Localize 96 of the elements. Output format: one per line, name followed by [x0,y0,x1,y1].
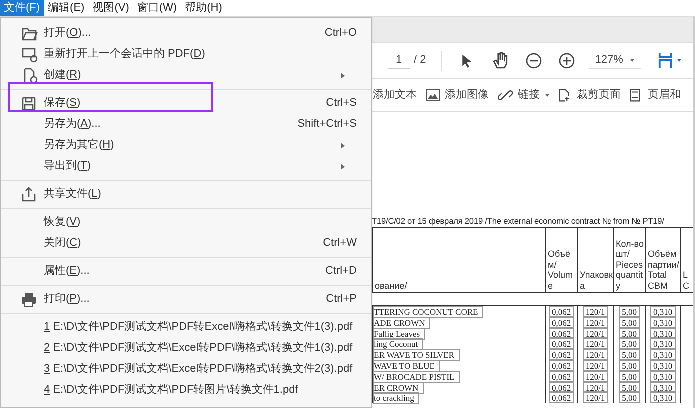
table-cell: Fallig Leaves [373,328,426,340]
table-cell: 5,00 [619,328,640,338]
menu-bar-item[interactable]: 窗口(W) [133,0,182,16]
table-cell: 0,310 [650,392,676,404]
reopen-icon [21,46,39,62]
crop-page-icon [559,88,572,102]
menu-item[interactable]: 导出到(T) [1,156,371,177]
table-cell: 5,00 [619,338,640,350]
table-cell: to crackling [373,392,420,404]
tool-button[interactable]: 裁剪页面 [559,86,621,104]
table-cell: 120/1 [582,306,608,317]
menu-item[interactable]: 3 E:\D\文件\PDF测试文档\Excel转PDF\嗨格式\转换文件2(3).pdf [1,359,371,380]
menu-item[interactable]: 共享文件(L) [1,184,371,205]
table-cell: 0,310 [650,360,676,371]
menu-item[interactable]: 1 E:\D\文件\PDF测试文档\PDF转Excel\嗨格式\转换文件1(3).pdf [1,317,371,338]
table-cell: 0,310 [650,338,676,350]
menu-bar-item[interactable]: 视图(V) [88,0,134,16]
caret-icon [630,58,636,62]
column-header: Упаковк а [577,228,613,292]
column-header: Объём партии/ Total CBM [645,228,680,292]
table-cell: 0,310 [650,328,676,338]
table-cell: ER CROWN [373,382,424,394]
menu-item[interactable]: 创建(R) [1,65,371,86]
table-cell: 5,00 [619,306,640,317]
menu-item[interactable]: 另存为其它(H) [1,135,371,156]
menu-item[interactable]: 打印(P)... Ctrl+P [1,289,371,310]
folder-icon [21,26,39,42]
page-total: / 2 [414,53,426,68]
table-cell: 0,310 [650,349,676,360]
table-cell: 5,00 [619,360,640,371]
table-cell: 0,310 [650,382,676,392]
menu-item[interactable]: 保存(S) Ctrl+S [1,93,371,114]
table-cell: W/ BROCADE PISTIL [373,370,460,383]
column-header: L C [680,228,692,292]
table-cell: 120/1 [582,370,608,382]
tool-button[interactable]: 添加文本 [373,86,417,104]
save-icon [21,96,37,112]
menu-item[interactable]: 4 E:\D\文件\PDF测试文档\PDF转图片\转换文件1.pdf [1,380,371,401]
page-number-field[interactable]: 1 [388,52,410,70]
print-icon [21,292,37,308]
table-cell: 120/1 [582,349,608,360]
fit-page-icon[interactable] [658,52,674,70]
share-icon [21,186,37,202]
table-cell: 0,062 [548,306,574,317]
table-cell: 0,062 [548,370,574,382]
tool-button[interactable]: 添加图像 [426,86,489,104]
table-cell: 5,00 [619,370,640,382]
table-cell: 0,062 [548,360,574,371]
menu-item[interactable]: 另存为(A)... Shift+Ctrl+S [1,114,371,135]
table-cell: 120/1 [582,360,608,371]
table-cell: 0,062 [548,316,574,328]
menu-bar-item[interactable]: 编辑(E) [44,0,89,16]
menu-item[interactable]: 属性(E)... Ctrl+D [1,261,371,282]
table-cell: 5,00 [619,392,640,404]
column-header: ование/ [372,228,545,292]
table-cell: WAVE TO BLUE [373,360,440,372]
menu-item[interactable]: 打开(O)... Ctrl+O [1,23,371,44]
table-cell: 0,310 [650,306,676,317]
caret-icon[interactable] [677,59,682,62]
table-cell: 120/1 [582,392,608,404]
menu-item[interactable]: 2 E:\D\文件\PDF测试文档\Excel转PDF\嗨格式\转换文件1(3).pdf [1,338,371,359]
table-cell: ling Coconut [373,338,424,350]
image-icon [426,89,440,101]
tool-button[interactable]: 页眉和 [630,86,681,104]
table-cell: TTERING COCONUT CORE [373,306,484,318]
hand-icon[interactable] [492,52,510,69]
table-cell: ER WAVE TO SILVER [373,349,460,362]
menu-bar-item[interactable]: 文件(F) [0,0,44,16]
column-header: Кол-во шт/ Pieces quantit y [613,228,645,292]
table-cell: 5,00 [619,382,640,392]
menu-bar-item[interactable]: 帮助(H) [181,0,226,16]
table-cell: 0,310 [650,316,676,328]
column-header: Объё м/ Volum e [545,228,577,292]
table-cell: ADE CROWN [373,316,430,329]
tool-button[interactable]: 链接 [498,86,550,104]
menu-item[interactable]: 重新打开上一个会话中的 PDF(D) [1,44,371,65]
page-icon [630,88,643,102]
table-cell: 0,062 [548,338,574,350]
table-cell: 120/1 [582,316,608,328]
table-cell: 5,00 [619,349,640,360]
document-title: T19/C/02 от 15 февраля 2019 /The external economic contract № from № PT19/ [372,215,693,228]
table-cell: 5,00 [619,316,640,328]
zoom-field[interactable]: 127% [589,52,642,70]
table-cell: 0,310 [650,370,676,382]
link-icon [498,88,513,102]
zoom-out-icon[interactable] [526,52,542,68]
table-cell: 0,062 [548,328,574,338]
table-cell: 0,062 [548,349,574,360]
table-cell: 0,062 [548,392,574,404]
menu-item[interactable]: 关闭(C) Ctrl+W [1,233,371,254]
table-cell: 0,062 [548,382,574,392]
menu-item[interactable]: 恢复(V) [1,212,371,233]
table-cell: 120/1 [582,328,608,338]
zoom-in-icon[interactable] [559,52,576,68]
table-cell: 120/1 [582,338,608,350]
table-cell: 120/1 [582,382,608,392]
